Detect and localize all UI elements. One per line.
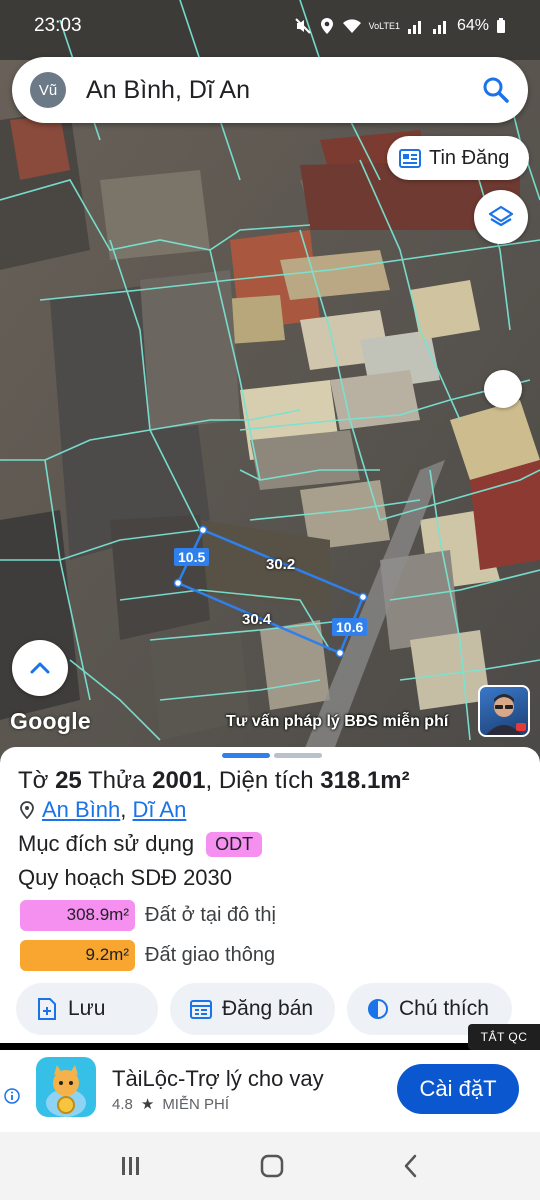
parcel-info-sheet: Tờ 25 Thửa 2001, Diện tích 318.1m² An Bì… [0,747,540,1043]
app-icon [36,1057,96,1117]
cat-mascot-icon [46,1065,86,1117]
search-icon[interactable] [482,76,510,104]
system-nav-bar [0,1132,540,1200]
battery-percent: 64% [456,17,489,34]
tin-dang-label: Tin Đăng [429,146,510,169]
status-bar: 23:03 VoLTE1 64% [0,0,540,52]
thua-value: 2001 [152,767,206,794]
purpose-label: Mục đích sử dụng [18,831,195,856]
status-time: 23:03 [34,15,82,36]
area-row: 9.2m² Đất giao thông [20,940,275,971]
volte-label: VoLTE1 [368,20,400,31]
layers-button[interactable] [474,190,528,244]
google-logo: Google [10,708,92,734]
measure-left: 10.5 [174,548,210,566]
signal-icon [407,21,421,34]
post-sale-button[interactable]: Đăng bán [170,983,335,1035]
chevron-up-icon [30,662,50,674]
save-label: Lưu [68,997,106,1020]
calendar-list-icon [190,1000,212,1019]
save-add-icon [38,998,56,1020]
close-ad-button[interactable]: TẮT QC [468,1024,540,1050]
install-button[interactable]: Cài đặT [397,1064,519,1114]
area-value: 318.1m² [320,767,410,794]
city-link[interactable]: Dĩ An [133,797,187,822]
ad-meta: 4.8 ★ MIỄN PHÍ [112,1095,229,1114]
plan-label: Quy hoạch SDĐ 2030 [18,865,233,890]
recents-icon[interactable] [118,1155,144,1177]
signal-icon-2 [432,21,446,34]
map-side-handle[interactable] [484,370,522,408]
status-icons: VoLTE1 64% [294,17,506,35]
search-bar[interactable]: Vũ An Bình, Dĩ An [12,57,528,123]
star-icon: ★ [140,1096,155,1113]
measure-bottom: 30.4 [242,611,272,628]
measure-right: 10.6 [332,618,368,636]
advisor-avatar[interactable] [478,685,530,737]
post-sale-label: Đăng bán [222,997,314,1020]
to-label: Tờ [18,767,49,794]
ward-link[interactable]: An Bình [42,797,120,822]
save-button[interactable]: Lưu [16,983,158,1035]
purpose-tag: ODT [206,831,263,857]
legend-icon [368,999,388,1019]
parcel-title: Tờ 25 Thửa 2001, Diện tích 318.1m² [18,767,410,794]
ad-price: MIỄN PHÍ [162,1095,229,1113]
home-icon[interactable] [259,1153,285,1179]
action-buttons: Lưu Đăng bán Chú thích [16,983,512,1035]
area-chip: 308.9m² [20,900,135,931]
land-use-purpose: Mục đích sử dụng ODT [18,831,263,857]
expand-up-button[interactable] [12,640,68,696]
battery-icon [497,18,505,33]
sheet-handle[interactable] [222,753,322,758]
thua-label: Thửa [88,767,146,794]
measure-top: 30.2 [266,556,296,573]
layers-icon [488,205,514,227]
ad-info-icon[interactable] [4,1088,20,1108]
area-row-label: Đất ở tại đô thị [145,904,276,926]
area-chip: 9.2m² [20,940,135,971]
legal-advice-link[interactable]: Tư vấn pháp lý BĐS miễn phí [226,713,448,731]
area-row-label: Đất giao thông [145,944,276,966]
back-icon[interactable] [400,1153,422,1179]
location-pin-icon [20,801,34,819]
area-row: 308.9m² Đất ở tại đô thị [20,900,276,931]
mute-icon [294,18,311,34]
person-icon [486,694,526,735]
area-label: Diện tích [218,767,314,794]
tin-dang-button[interactable]: Tin Đăng [387,136,529,180]
to-value: 25 [55,767,82,794]
ad-rating: 4.8 [112,1095,133,1113]
location-icon [320,18,333,34]
news-icon [399,149,421,168]
avatar[interactable]: Vũ [30,72,66,108]
search-input[interactable]: An Bình, Dĩ An [86,76,482,105]
ad-banner[interactable]: TàiLộc-Trợ lý cho vay 4.8 ★ MIỄN PHÍ Cài… [0,1050,540,1132]
ad-app-name: TàiLộc-Trợ lý cho vay [112,1066,324,1091]
wifi-icon [342,19,361,33]
legend-label: Chú thích [399,997,489,1020]
parcel-location: An Bình, Dĩ An [20,797,186,823]
